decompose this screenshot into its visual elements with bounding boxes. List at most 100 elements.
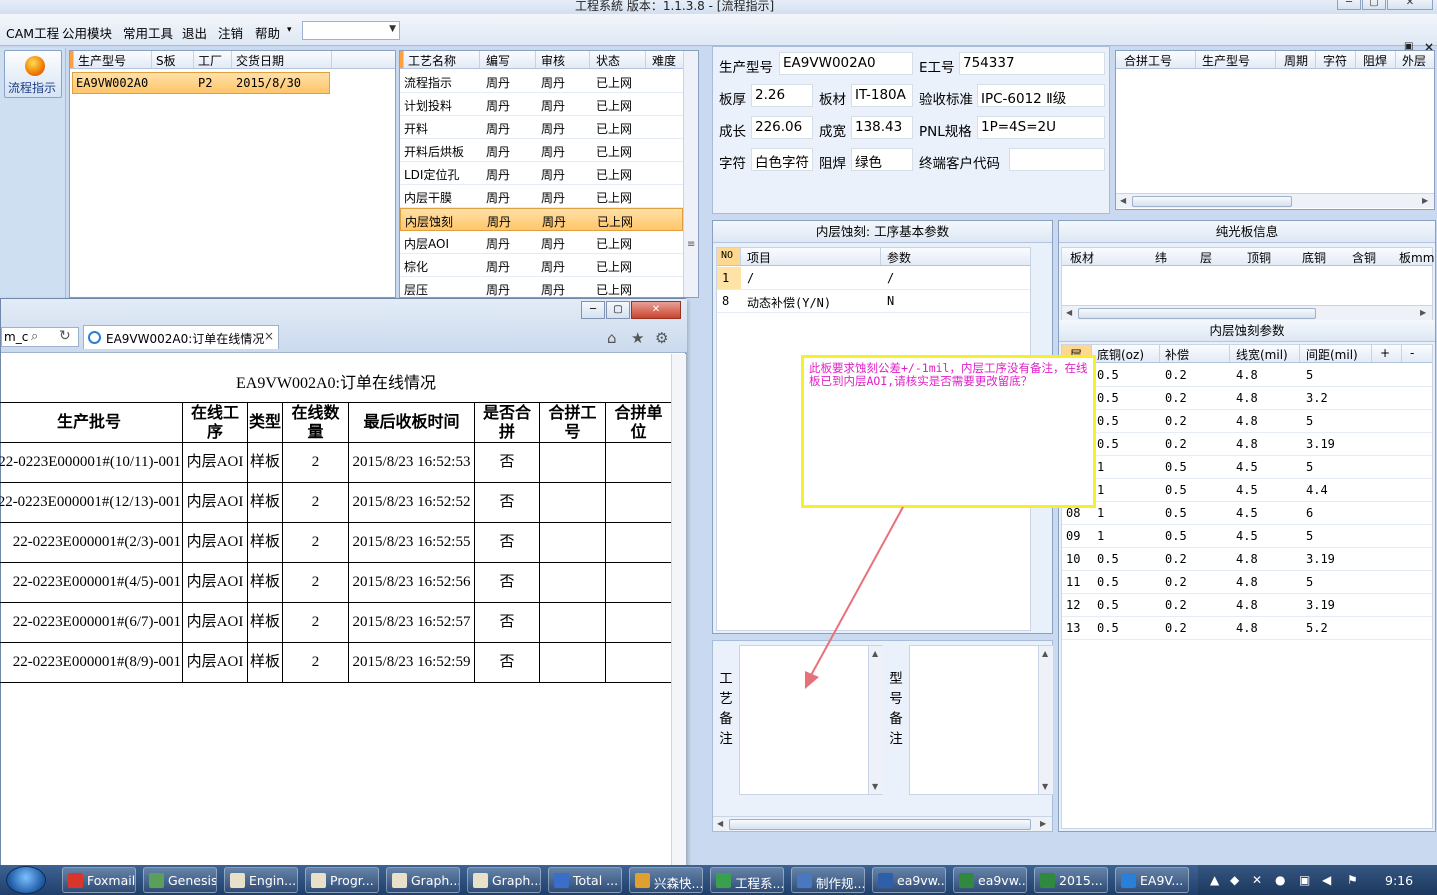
etch-row[interactable]: 12 0.5 0.2 4.8 3.19	[1062, 594, 1432, 617]
search-icon[interactable]: ⌕	[31, 329, 38, 344]
taskbar-button[interactable]: Total ...	[548, 867, 622, 893]
col-process-name[interactable]: 工艺名称	[408, 52, 456, 69]
help-dropdown-arrow-icon[interactable]: ▾	[287, 25, 292, 35]
eno-field[interactable]: 754337	[959, 52, 1105, 75]
char-field[interactable]: 白色字符	[751, 148, 813, 171]
refresh-icon[interactable]: ↻	[59, 328, 71, 344]
taskbar-button[interactable]: Graph...	[386, 867, 460, 893]
etch-row[interactable]: 0.5 0.2 4.8 5	[1062, 364, 1432, 387]
taskbar-button[interactable]: 兴森快...	[629, 867, 703, 893]
remarks-scroll-thumb[interactable]	[729, 819, 1031, 830]
process-row[interactable]: 层压 周丹 周丹 已上网	[400, 277, 683, 300]
model-remark-scrollbar[interactable]: ▲ ▼	[1038, 646, 1053, 794]
model-field[interactable]: EA9VW002A0	[779, 52, 913, 75]
taskbar-button[interactable]: Genesis	[143, 867, 217, 893]
col-bb-mm[interactable]: 板mm	[1399, 249, 1434, 266]
col-merge-cycle[interactable]: 周期	[1284, 52, 1308, 69]
taskbar-button[interactable]: Graph...	[467, 867, 541, 893]
process-row[interactable]: 棕化 周丹 周丹 已上网	[400, 254, 683, 277]
col-factory[interactable]: 工厂	[198, 52, 222, 69]
tray-network-icon[interactable]: ▣	[1299, 873, 1310, 887]
col-etch-line[interactable]: 线宽(mil)	[1236, 346, 1288, 363]
process-grid-scrollbar[interactable]: ≡	[683, 51, 698, 297]
etch-row[interactable]: 10 0.5 0.2 4.8 3.19	[1062, 548, 1432, 571]
close-button[interactable]: ✕	[1387, 0, 1433, 10]
taskbar-button[interactable]: 工程系...	[710, 867, 784, 893]
pnl-field[interactable]: 1P=4S=2U	[977, 116, 1105, 139]
col-model[interactable]: 生产型号	[78, 52, 126, 69]
popup-minimize-button[interactable]: ─	[581, 301, 605, 319]
toolbar-combo[interactable]: ▼	[302, 21, 400, 40]
process-row[interactable]: 内层干膜 周丹 周丹 已上网	[400, 185, 683, 208]
col-merge-char[interactable]: 字符	[1323, 52, 1347, 69]
process-row[interactable]: 内层AOI 周丹 周丹 已上网	[400, 231, 683, 254]
menu-logout[interactable]: 注销	[218, 23, 243, 42]
process-row[interactable]: 计划投料 周丹 周丹 已上网	[400, 93, 683, 116]
menu-tools[interactable]: 常用工具	[123, 23, 173, 42]
taskbar-button[interactable]: 2015...	[1034, 867, 1108, 893]
col-merge-no[interactable]: 合拼工号	[1124, 52, 1172, 69]
process-row[interactable]: 内层蚀刻 周丹 周丹 已上网	[400, 208, 683, 231]
col-merge-mask[interactable]: 阻焊	[1363, 52, 1387, 69]
merge-grid-hscroll[interactable]: ◀ ▶	[1116, 193, 1434, 208]
taskbar-button[interactable]: Progr...	[305, 867, 379, 893]
col-bb-top-cu[interactable]: 顶铜	[1247, 249, 1271, 266]
tray-flag-icon[interactable]: ⚑	[1347, 873, 1358, 887]
favorites-star-icon[interactable]: ★	[631, 329, 644, 347]
browser-tab[interactable]: EA9VW002A0:订单在线情况 ×	[83, 325, 279, 349]
col-difficulty[interactable]: 难度	[652, 52, 676, 69]
minimize-button[interactable]: ─	[1337, 0, 1361, 10]
etch-row[interactable]: 0.5 0.2 4.8 3.2	[1062, 387, 1432, 410]
tray-antivirus-icon[interactable]: ●	[1275, 873, 1285, 887]
popup-close-button[interactable]: ✕	[631, 301, 681, 319]
popup-scrollbar[interactable]	[671, 354, 686, 869]
length-field[interactable]: 226.06	[751, 116, 813, 139]
popup-maximize-button[interactable]: ▢	[606, 301, 630, 319]
start-button[interactable]	[6, 866, 46, 894]
menu-cam[interactable]: CAM工程	[6, 23, 59, 42]
param-row[interactable]: 8 动态补偿(Y/N) N	[717, 290, 1030, 313]
taskbar-button[interactable]: EA9V...	[1115, 867, 1189, 893]
customer-field[interactable]	[1009, 148, 1105, 171]
col-bb-cu[interactable]: 含铜	[1352, 249, 1376, 266]
menu-exit[interactable]: 退出	[182, 23, 207, 42]
process-row[interactable]: LDI定位孔 周丹 周丹 已上网	[400, 162, 683, 185]
col-etch-base-cu[interactable]: 底铜(oz)	[1097, 346, 1144, 363]
col-bb-material[interactable]: 板材	[1070, 249, 1094, 266]
bare-board-scroll-thumb[interactable]	[1078, 308, 1316, 319]
taskbar-button[interactable]: ea9vw...	[872, 867, 946, 893]
menu-common-module[interactable]: 公用模块	[62, 23, 112, 42]
etch-row[interactable]: 09 1 0.5 4.5 5	[1062, 525, 1432, 548]
taskbar-button[interactable]: Engin...	[224, 867, 298, 893]
maximize-button[interactable]: ▢	[1362, 0, 1386, 10]
tab-close-icon[interactable]: ×	[264, 329, 274, 343]
etch-row[interactable]: 11 0.5 0.2 4.8 5	[1062, 571, 1432, 594]
col-item[interactable]: 项目	[747, 249, 771, 266]
col-status[interactable]: 状态	[596, 52, 620, 69]
etch-row[interactable]: 13 0.5 0.2 4.8 5.2	[1062, 617, 1432, 640]
col-etch-comp[interactable]: 补偿	[1165, 346, 1189, 363]
menu-help[interactable]: 帮助	[255, 23, 280, 42]
col-reviewer[interactable]: 审核	[541, 52, 565, 69]
param-row[interactable]: 1 / /	[717, 267, 1030, 290]
mask-field[interactable]: 绿色	[851, 148, 913, 171]
etch-row[interactable]: 1 0.5 4.5 5	[1062, 456, 1432, 479]
table-row[interactable]: 22-0223E000001#(2/3)-001 内层AOI 样板 2 2015/8/2…	[0, 522, 672, 563]
material-field[interactable]: IT-180A	[851, 84, 913, 107]
table-row[interactable]: 22-0223E000001#(4/5)-001 内层AOI 样板 2 2015/8/2…	[0, 562, 672, 603]
col-author[interactable]: 编写	[486, 52, 510, 69]
col-merge-model[interactable]: 生产型号	[1202, 52, 1250, 69]
tray-tool-icon[interactable]: ✕	[1252, 873, 1262, 887]
table-row[interactable]: 22-0223E000001#(6/7)-001 内层AOI 样板 2 2015/8/2…	[0, 602, 672, 643]
settings-gear-icon[interactable]: ⚙	[655, 329, 668, 347]
col-s-board[interactable]: S板	[156, 52, 176, 69]
process-row[interactable]: 开料后烘板 周丹 周丹 已上网	[400, 139, 683, 162]
process-row[interactable]: 流程指示 周丹 周丹 已上网	[400, 70, 683, 93]
col-bb-bottom-cu[interactable]: 底铜	[1302, 249, 1326, 266]
process-row[interactable]: 开料 周丹 周丹 已上网	[400, 116, 683, 139]
home-icon[interactable]: ⌂	[607, 329, 617, 347]
model-remark-textbox[interactable]: ▲ ▼	[909, 645, 1053, 795]
thickness-field[interactable]: 2.26	[751, 84, 813, 107]
etch-row[interactable]: 08 1 0.5 4.5 6	[1062, 502, 1432, 525]
order-row[interactable]: EA9VW002A0 P2 2015/8/30	[72, 72, 330, 94]
